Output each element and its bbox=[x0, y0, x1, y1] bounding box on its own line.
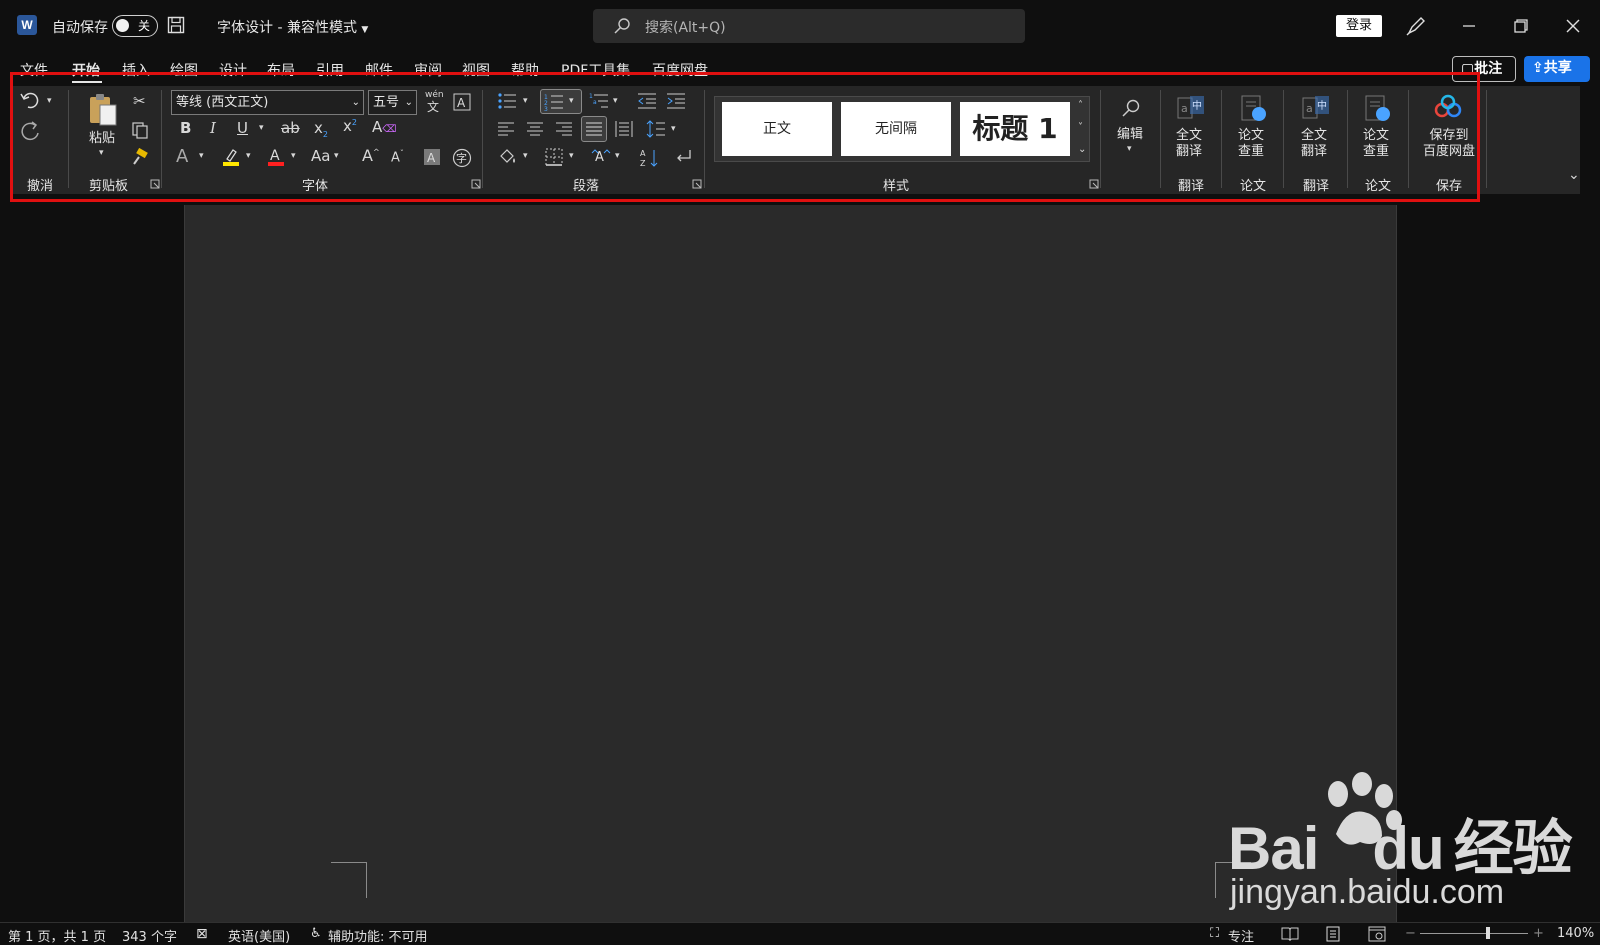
baidu-watermark-url: jingyan.baidu.com bbox=[1230, 873, 1505, 911]
web-layout-icon[interactable] bbox=[1368, 926, 1386, 942]
doc-mode-text: 兼容性模式 bbox=[286, 20, 357, 36]
search-box[interactable]: 搜索(Alt+Q) bbox=[593, 9, 1025, 43]
accessibility-icon: ♿ bbox=[310, 926, 322, 941]
close-icon[interactable] bbox=[1560, 13, 1586, 39]
baidu-paw-icon bbox=[1316, 772, 1406, 852]
toggle-knob bbox=[116, 19, 129, 32]
search-placeholder: 搜索(Alt+Q) bbox=[645, 20, 726, 36]
focus-mode-button[interactable]: 专注 bbox=[1228, 926, 1254, 945]
autosave-toggle[interactable]: 关 bbox=[112, 15, 158, 37]
print-layout-icon[interactable] bbox=[1325, 926, 1341, 942]
word-app-icon: W bbox=[17, 15, 37, 35]
pen-icon[interactable] bbox=[1403, 13, 1429, 39]
accessibility-status[interactable]: 辅助功能: 不可用 bbox=[328, 926, 428, 945]
autosave-state: 关 bbox=[137, 19, 150, 33]
zoom-slider-track[interactable] bbox=[1420, 933, 1528, 934]
language-indicator[interactable]: 英语(美国) bbox=[228, 926, 290, 945]
highlight-annotation-box bbox=[10, 72, 1480, 202]
focus-icon: ⛶ bbox=[1210, 926, 1220, 941]
zoom-out-icon[interactable]: − bbox=[1405, 926, 1416, 941]
chevron-down-icon: ▼ bbox=[361, 25, 369, 35]
save-icon[interactable] bbox=[167, 16, 185, 34]
share-icon: ⇪ bbox=[1532, 60, 1544, 76]
document-title[interactable]: 字体设计 - 兼容性模式 ▼ bbox=[217, 17, 368, 37]
zoom-in-icon[interactable]: + bbox=[1533, 926, 1544, 941]
read-mode-icon[interactable] bbox=[1281, 927, 1299, 941]
share-label: 共享 bbox=[1543, 60, 1572, 76]
page-indicator[interactable]: 第 1 页，共 1 页 bbox=[8, 926, 106, 945]
crop-mark-left bbox=[331, 862, 367, 898]
collapse-ribbon-icon[interactable]: ⌄ bbox=[1568, 168, 1580, 182]
zoom-slider-thumb[interactable] bbox=[1486, 927, 1491, 939]
doc-title-text: 字体设计 bbox=[217, 20, 273, 36]
restore-icon[interactable] bbox=[1508, 13, 1534, 39]
share-button[interactable]: ⇪共享 bbox=[1524, 56, 1590, 82]
zoom-level[interactable]: 140% bbox=[1557, 926, 1594, 941]
word-count[interactable]: 343 个字 bbox=[122, 926, 177, 945]
login-button[interactable]: 登录 bbox=[1336, 15, 1382, 37]
autosave-label: 自动保存 bbox=[52, 20, 108, 36]
group-separator bbox=[1486, 90, 1487, 188]
search-icon bbox=[613, 17, 631, 35]
proofing-icon[interactable]: ⊠ bbox=[196, 926, 208, 942]
document-page[interactable] bbox=[184, 205, 1397, 922]
minimize-icon[interactable] bbox=[1456, 13, 1482, 39]
